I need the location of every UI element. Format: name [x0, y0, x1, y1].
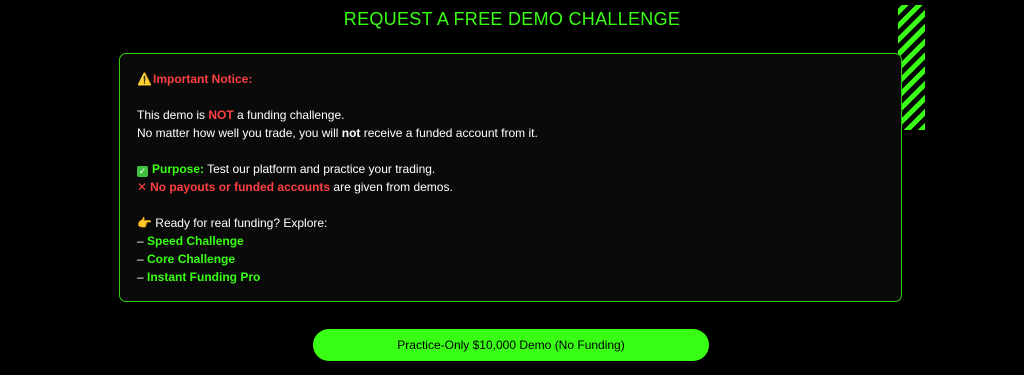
- pointing-hand-icon: 👉: [137, 216, 152, 230]
- list-item-core-challenge: – Core Challenge: [137, 251, 235, 267]
- notice-line-1-emphasis: NOT: [208, 108, 234, 122]
- cross-icon: ✕: [137, 180, 148, 194]
- purpose-label: Purpose:: [152, 162, 205, 176]
- notice-line-1-post: a funding challenge.: [233, 108, 345, 122]
- notice-line-1: This demo is NOT a funding challenge.: [137, 107, 344, 123]
- list-dash: –: [137, 234, 148, 248]
- explore-line: 👉 Ready for real funding? Explore:: [137, 215, 327, 231]
- list-item-instant-funding-pro: – Instant Funding Pro: [137, 269, 260, 285]
- notice-heading-text: Important Notice:: [153, 72, 253, 86]
- purpose-line: ✓ Purpose: Test our platform and practice…: [137, 161, 435, 177]
- no-payouts-label: No payouts or funded accounts: [150, 180, 331, 194]
- page-title: REQUEST A FREE DEMO CHALLENGE: [343, 9, 681, 29]
- notice-heading: ⚠️Important Notice:: [137, 71, 252, 87]
- purpose-text: Test our platform and practice your trad…: [204, 162, 436, 176]
- list-dash: –: [137, 252, 148, 266]
- notice-panel: ⚠️Important Notice: This demo is NOT a f…: [119, 53, 902, 302]
- explore-text: Ready for real funding? Explore:: [151, 216, 328, 230]
- checkmark-icon: ✓: [137, 166, 148, 177]
- notice-line-2: No matter how well you trade, you will n…: [137, 125, 538, 141]
- list-item-speed-challenge: – Speed Challenge: [137, 233, 244, 249]
- notice-line-2-pre: No matter how well you trade, you will: [137, 126, 342, 140]
- no-payouts-text: are given from demos.: [330, 180, 453, 194]
- notice-line-1-pre: This demo is: [137, 108, 209, 122]
- notice-line-2-post: receive a funded account from it.: [360, 126, 538, 140]
- core-challenge-link[interactable]: Core Challenge: [147, 252, 235, 266]
- no-payouts-line: ✕ No payouts or funded accounts are given…: [137, 179, 453, 195]
- striped-decoration: [898, 5, 925, 130]
- instant-funding-pro-link[interactable]: Instant Funding Pro: [147, 270, 260, 284]
- notice-line-2-emphasis: not: [341, 126, 361, 140]
- practice-demo-button[interactable]: Practice-Only $10,000 Demo (No Funding): [313, 329, 709, 361]
- warning-icon: ⚠️: [137, 72, 152, 86]
- speed-challenge-link[interactable]: Speed Challenge: [147, 234, 244, 248]
- list-dash: –: [137, 270, 148, 284]
